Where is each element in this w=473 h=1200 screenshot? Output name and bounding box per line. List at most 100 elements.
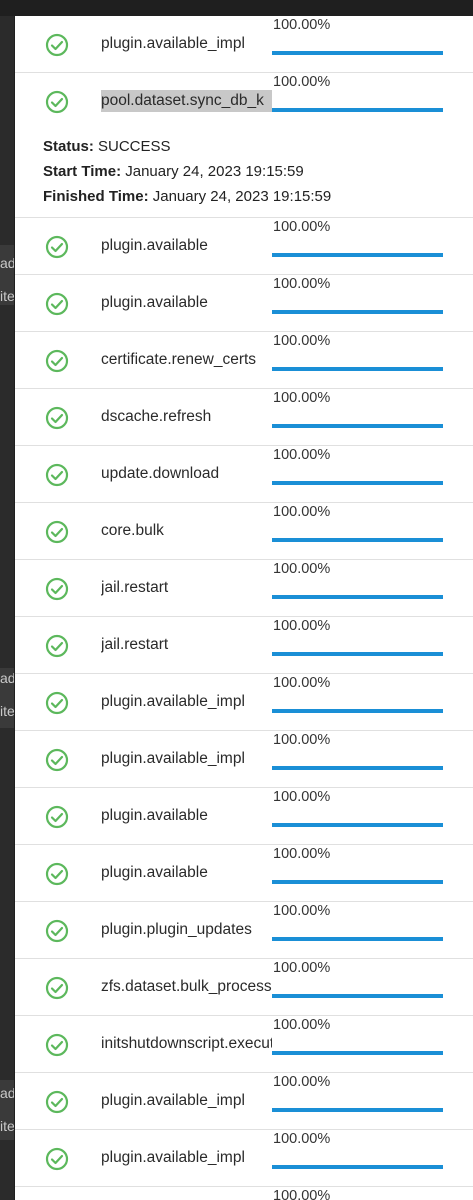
job-row[interactable]: initshutdownscript.execute 100.00% [15, 1016, 473, 1073]
job-row[interactable]: plugin.available 100.00% [15, 788, 473, 845]
task-manager-panel: plugin.available_impl 100.00% pool.datas… [14, 16, 473, 1200]
job-row[interactable]: core.bulk 100.00% [15, 503, 473, 560]
job-percent: 100.00% [273, 561, 331, 577]
job-name: core.bulk [101, 522, 164, 539]
job-percent: 100.00% [273, 333, 331, 349]
job-row[interactable]: plugin.available_impl 100.00% [15, 1130, 473, 1187]
background-text: ite [0, 1118, 15, 1134]
job-row[interactable]: plugin.available_impl 100.00% [15, 16, 473, 73]
job-name: plugin.available_impl [101, 750, 245, 767]
job-name: dscache.refresh [101, 408, 212, 425]
job-progress-fill [272, 994, 443, 998]
job-progress-bar [272, 823, 443, 827]
job-progress-bar [272, 1051, 443, 1055]
check-circle-icon [45, 748, 69, 772]
top-bar [0, 0, 473, 16]
job-row[interactable]: update.download 100.00% [15, 446, 473, 503]
check-circle-icon [45, 691, 69, 715]
job-percent: 100.00% [273, 1074, 331, 1090]
check-circle-icon [45, 463, 69, 487]
check-circle-icon [45, 1033, 69, 1057]
job-name: plugin.available [101, 807, 208, 824]
detail-line: Finished Time: January 24, 2023 19:15:59 [43, 184, 331, 209]
check-circle-icon [45, 1147, 69, 1171]
check-circle-icon [45, 1090, 69, 1114]
job-name: pool.dataset.sync_db_k [101, 90, 272, 112]
job-name: initshutdownscript.execute [101, 1035, 272, 1052]
job-progress-bar [272, 108, 443, 112]
job-name: plugin.available_impl [101, 693, 245, 710]
job-row[interactable]: dscache.refresh 100.00% [15, 389, 473, 446]
check-circle-icon [45, 292, 69, 316]
job-name: plugin.available [101, 294, 208, 311]
detail-line: Status: SUCCESS [43, 134, 331, 159]
job-row[interactable]: plugin.available 100.00% [15, 845, 473, 902]
job-row[interactable]: plugin.available_impl 100.00% [15, 1073, 473, 1130]
check-circle-icon [45, 90, 69, 114]
job-percent: 100.00% [273, 1188, 331, 1200]
job-progress-bar [272, 595, 443, 599]
job-percent: 100.00% [273, 675, 331, 691]
job-percent: 100.00% [273, 960, 331, 976]
job-name: plugin.available [101, 864, 208, 881]
job-percent: 100.00% [273, 447, 331, 463]
job-progress-bar [272, 424, 443, 428]
job-row[interactable]: 100.00% [15, 1187, 473, 1200]
detail-value: January 24, 2023 19:15:59 [125, 163, 304, 180]
job-row[interactable]: jail.restart 100.00% [15, 617, 473, 674]
background-text: ite [0, 703, 15, 719]
job-name: plugin.available_impl [101, 1149, 245, 1166]
job-progress-fill [272, 880, 443, 884]
check-circle-icon [45, 406, 69, 430]
background-text: ite [0, 288, 15, 304]
job-name: certificate.renew_certs [101, 351, 257, 368]
check-circle-icon [45, 577, 69, 601]
job-progress-fill [272, 766, 443, 770]
job-row[interactable]: plugin.available 100.00% [15, 275, 473, 332]
job-row[interactable]: certificate.renew_certs 100.00% [15, 332, 473, 389]
job-progress-fill [272, 481, 443, 485]
job-progress-bar [272, 766, 443, 770]
job-progress-bar [272, 1108, 443, 1112]
job-name: jail.restart [101, 636, 169, 653]
detail-value: January 24, 2023 19:15:59 [152, 188, 332, 205]
job-row[interactable]: plugin.plugin_updates 100.00% [15, 902, 473, 959]
job-percent: 100.00% [273, 1131, 331, 1147]
job-progress-fill [272, 310, 443, 314]
job-percent: 100.00% [273, 1017, 331, 1033]
job-list: plugin.available_impl 100.00% pool.datas… [15, 16, 473, 1200]
job-progress-bar [272, 253, 443, 257]
job-progress-bar [272, 709, 443, 713]
job-progress-fill [272, 1165, 443, 1169]
job-row[interactable]: plugin.available_impl 100.00% [15, 731, 473, 788]
job-progress-fill [272, 937, 443, 941]
job-progress-bar [272, 51, 443, 55]
check-circle-icon [45, 976, 69, 1000]
job-row[interactable]: plugin.available 100.00% [15, 218, 473, 275]
job-percent: 100.00% [273, 504, 331, 520]
detail-line: Start Time: January 24, 2023 19:15:59 [43, 159, 331, 184]
job-name: update.download [101, 465, 220, 482]
job-percent: 100.00% [273, 74, 331, 90]
job-details: Status: SUCCESS Start Time: January 24, 2… [43, 134, 331, 209]
detail-label: Start Time: [43, 163, 122, 180]
job-row[interactable]: plugin.available_impl 100.00% [15, 674, 473, 731]
check-circle-icon [45, 33, 69, 57]
job-name: plugin.plugin_updates [101, 921, 252, 938]
job-progress-bar [272, 1165, 443, 1169]
job-name: plugin.available_impl [101, 1092, 245, 1109]
job-progress-fill [272, 108, 443, 112]
job-percent: 100.00% [273, 903, 331, 919]
job-percent: 100.00% [273, 846, 331, 862]
job-row[interactable]: jail.restart 100.00% [15, 560, 473, 617]
job-progress-fill [272, 823, 443, 827]
job-row[interactable]: pool.dataset.sync_db_k 100.00% Status: S… [15, 73, 473, 218]
job-progress-bar [272, 310, 443, 314]
job-name: plugin.available [101, 237, 208, 254]
job-progress-fill [272, 709, 443, 713]
job-row[interactable]: zfs.dataset.bulk_process 100.00% [15, 959, 473, 1016]
job-percent: 100.00% [273, 219, 331, 235]
job-percent: 100.00% [273, 732, 331, 748]
job-name: plugin.available_impl [101, 35, 245, 52]
detail-value: SUCCESS [98, 138, 171, 155]
